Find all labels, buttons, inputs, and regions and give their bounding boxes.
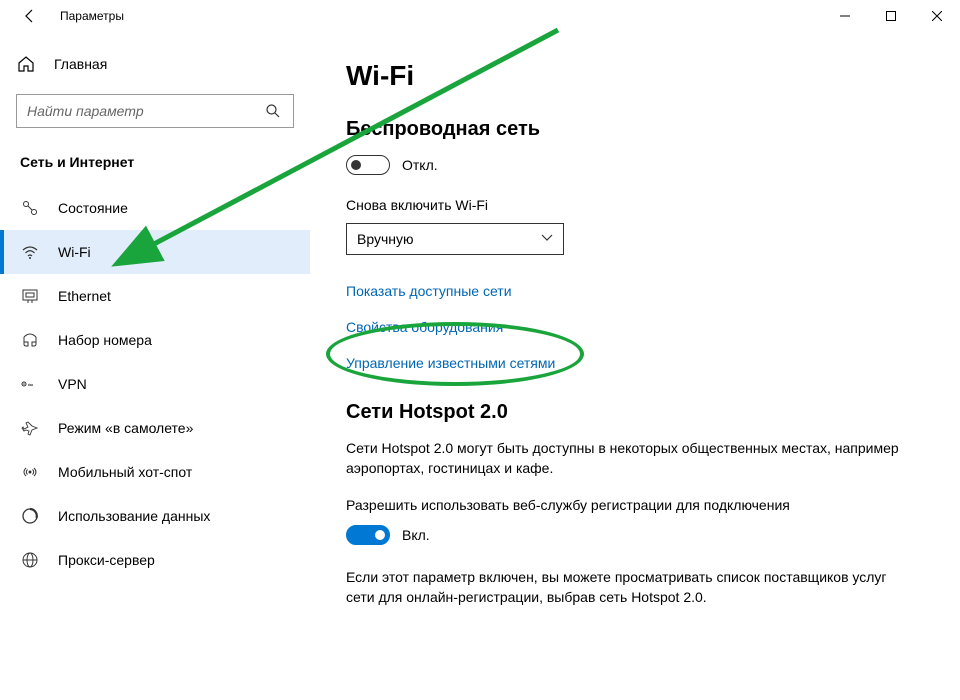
manage-known-networks-link[interactable]: Управление известными сетями [346, 355, 924, 371]
wireless-toggle[interactable] [346, 155, 390, 175]
ethernet-icon [20, 286, 40, 306]
home-label: Главная [54, 56, 107, 72]
hardware-props-link[interactable]: Свойства оборудования [346, 319, 924, 335]
sidebar-item-label: Мобильный хот-спот [58, 464, 192, 480]
sidebar-item-airplane[interactable]: Режим «в самолете» [0, 406, 310, 450]
sidebar-item-hotspot[interactable]: Мобильный хот-спот [0, 450, 310, 494]
window-title: Параметры [60, 9, 124, 23]
wifi-icon [20, 242, 40, 262]
minimize-button[interactable] [822, 0, 868, 32]
proxy-icon [20, 550, 40, 570]
hotspot-toggle[interactable] [346, 525, 390, 545]
search-box[interactable] [16, 94, 294, 128]
wireless-toggle-state: Откл. [402, 157, 438, 173]
chevron-down-icon [541, 234, 553, 245]
sidebar-item-status[interactable]: Состояние [0, 186, 310, 230]
sidebar-item-ethernet[interactable]: Ethernet [0, 274, 310, 318]
dialup-icon [20, 330, 40, 350]
sidebar-item-label: VPN [58, 376, 87, 392]
close-button[interactable] [914, 0, 960, 32]
search-input[interactable] [27, 103, 261, 119]
sidebar: Главная Сеть и Интернет Состояние Wi-Fi [0, 32, 310, 700]
hotspot-note: Если этот параметр включен, вы можете пр… [346, 567, 906, 608]
hotspot-desc: Сети Hotspot 2.0 могут быть доступны в н… [346, 438, 906, 479]
home-button[interactable]: Главная [0, 44, 310, 88]
sidebar-item-vpn[interactable]: ∞ VPN [0, 362, 310, 406]
search-icon [261, 99, 285, 123]
vpn-icon: ∞ [20, 374, 40, 394]
sidebar-item-datausage[interactable]: Использование данных [0, 494, 310, 538]
reconnect-value: Вручную [357, 231, 541, 247]
sidebar-item-label: Прокси-сервер [58, 552, 155, 568]
sidebar-item-proxy[interactable]: Прокси-сервер [0, 538, 310, 582]
home-icon [16, 54, 36, 74]
svg-text:∞: ∞ [28, 382, 33, 389]
hotspot-toggle-state: Вкл. [402, 527, 430, 543]
hotspot-icon [20, 462, 40, 482]
data-usage-icon [20, 506, 40, 526]
content-area: Wi-Fi Беспроводная сеть Откл. Снова вклю… [310, 32, 960, 700]
section-header: Сеть и Интернет [0, 146, 310, 186]
show-networks-link[interactable]: Показать доступные сети [346, 283, 924, 299]
sidebar-item-label: Ethernet [58, 288, 111, 304]
reconnect-dropdown[interactable]: Вручную [346, 223, 564, 255]
sidebar-item-label: Wi-Fi [58, 244, 91, 260]
sidebar-item-label: Использование данных [58, 508, 210, 524]
maximize-button[interactable] [868, 0, 914, 32]
hotspot-allow-label: Разрешить использовать веб-службу регист… [346, 497, 924, 513]
hotspot-heading: Сети Hotspot 2.0 [346, 401, 924, 424]
sidebar-item-label: Режим «в самолете» [58, 420, 193, 436]
reconnect-label: Снова включить Wi-Fi [346, 197, 924, 213]
sidebar-item-wifi[interactable]: Wi-Fi [0, 230, 310, 274]
sidebar-item-label: Состояние [58, 200, 128, 216]
status-icon [20, 198, 40, 218]
page-title: Wi-Fi [346, 60, 924, 92]
back-button[interactable] [8, 0, 52, 32]
airplane-icon [20, 418, 40, 438]
wireless-heading: Беспроводная сеть [346, 118, 924, 141]
sidebar-item-label: Набор номера [58, 332, 152, 348]
sidebar-item-dialup[interactable]: Набор номера [0, 318, 310, 362]
